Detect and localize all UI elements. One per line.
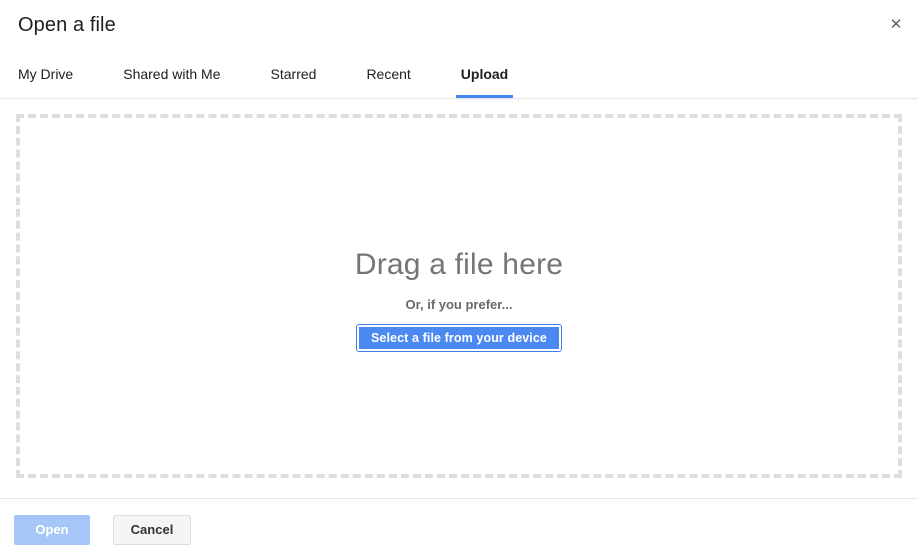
dialog-footer: Open Cancel	[0, 498, 918, 560]
drop-zone-content: Drag a file here Or, if you prefer... Se…	[354, 248, 564, 352]
tab-label: Recent	[366, 66, 411, 82]
cancel-button[interactable]: Cancel	[113, 514, 191, 545]
file-drop-zone[interactable]: Drag a file here Or, if you prefer... Se…	[16, 114, 902, 478]
tab-bar: My Drive Shared with Me Starred Recent U…	[0, 58, 514, 98]
active-tab-indicator	[455, 95, 514, 98]
tab-recent[interactable]: Recent	[366, 65, 410, 98]
page-title: Open a file	[18, 14, 116, 36]
dialog-body: Drag a file here Or, if you prefer... Se…	[0, 99, 918, 498]
tab-label: Upload	[460, 66, 509, 82]
close-icon[interactable]: ✕	[880, 8, 912, 40]
tab-shared-with-me[interactable]: Shared with Me	[123, 65, 220, 98]
select-file-button[interactable]: Select a file from your device	[356, 324, 562, 352]
open-button[interactable]: Open	[14, 514, 90, 545]
tab-label: My Drive	[18, 66, 74, 82]
tab-upload[interactable]: Upload	[455, 65, 514, 98]
tab-my-drive[interactable]: My Drive	[18, 65, 73, 98]
dialog-header: Open a file ✕ My Drive Shared with Me St…	[0, 0, 918, 99]
drop-zone-heading: Drag a file here	[354, 248, 564, 281]
drop-zone-subtext: Or, if you prefer...	[405, 297, 513, 312]
tab-label: Shared with Me	[123, 66, 221, 82]
tab-label: Starred	[270, 66, 317, 82]
open-file-dialog: Open a file ✕ My Drive Shared with Me St…	[0, 0, 918, 560]
tab-starred[interactable]: Starred	[271, 65, 317, 98]
